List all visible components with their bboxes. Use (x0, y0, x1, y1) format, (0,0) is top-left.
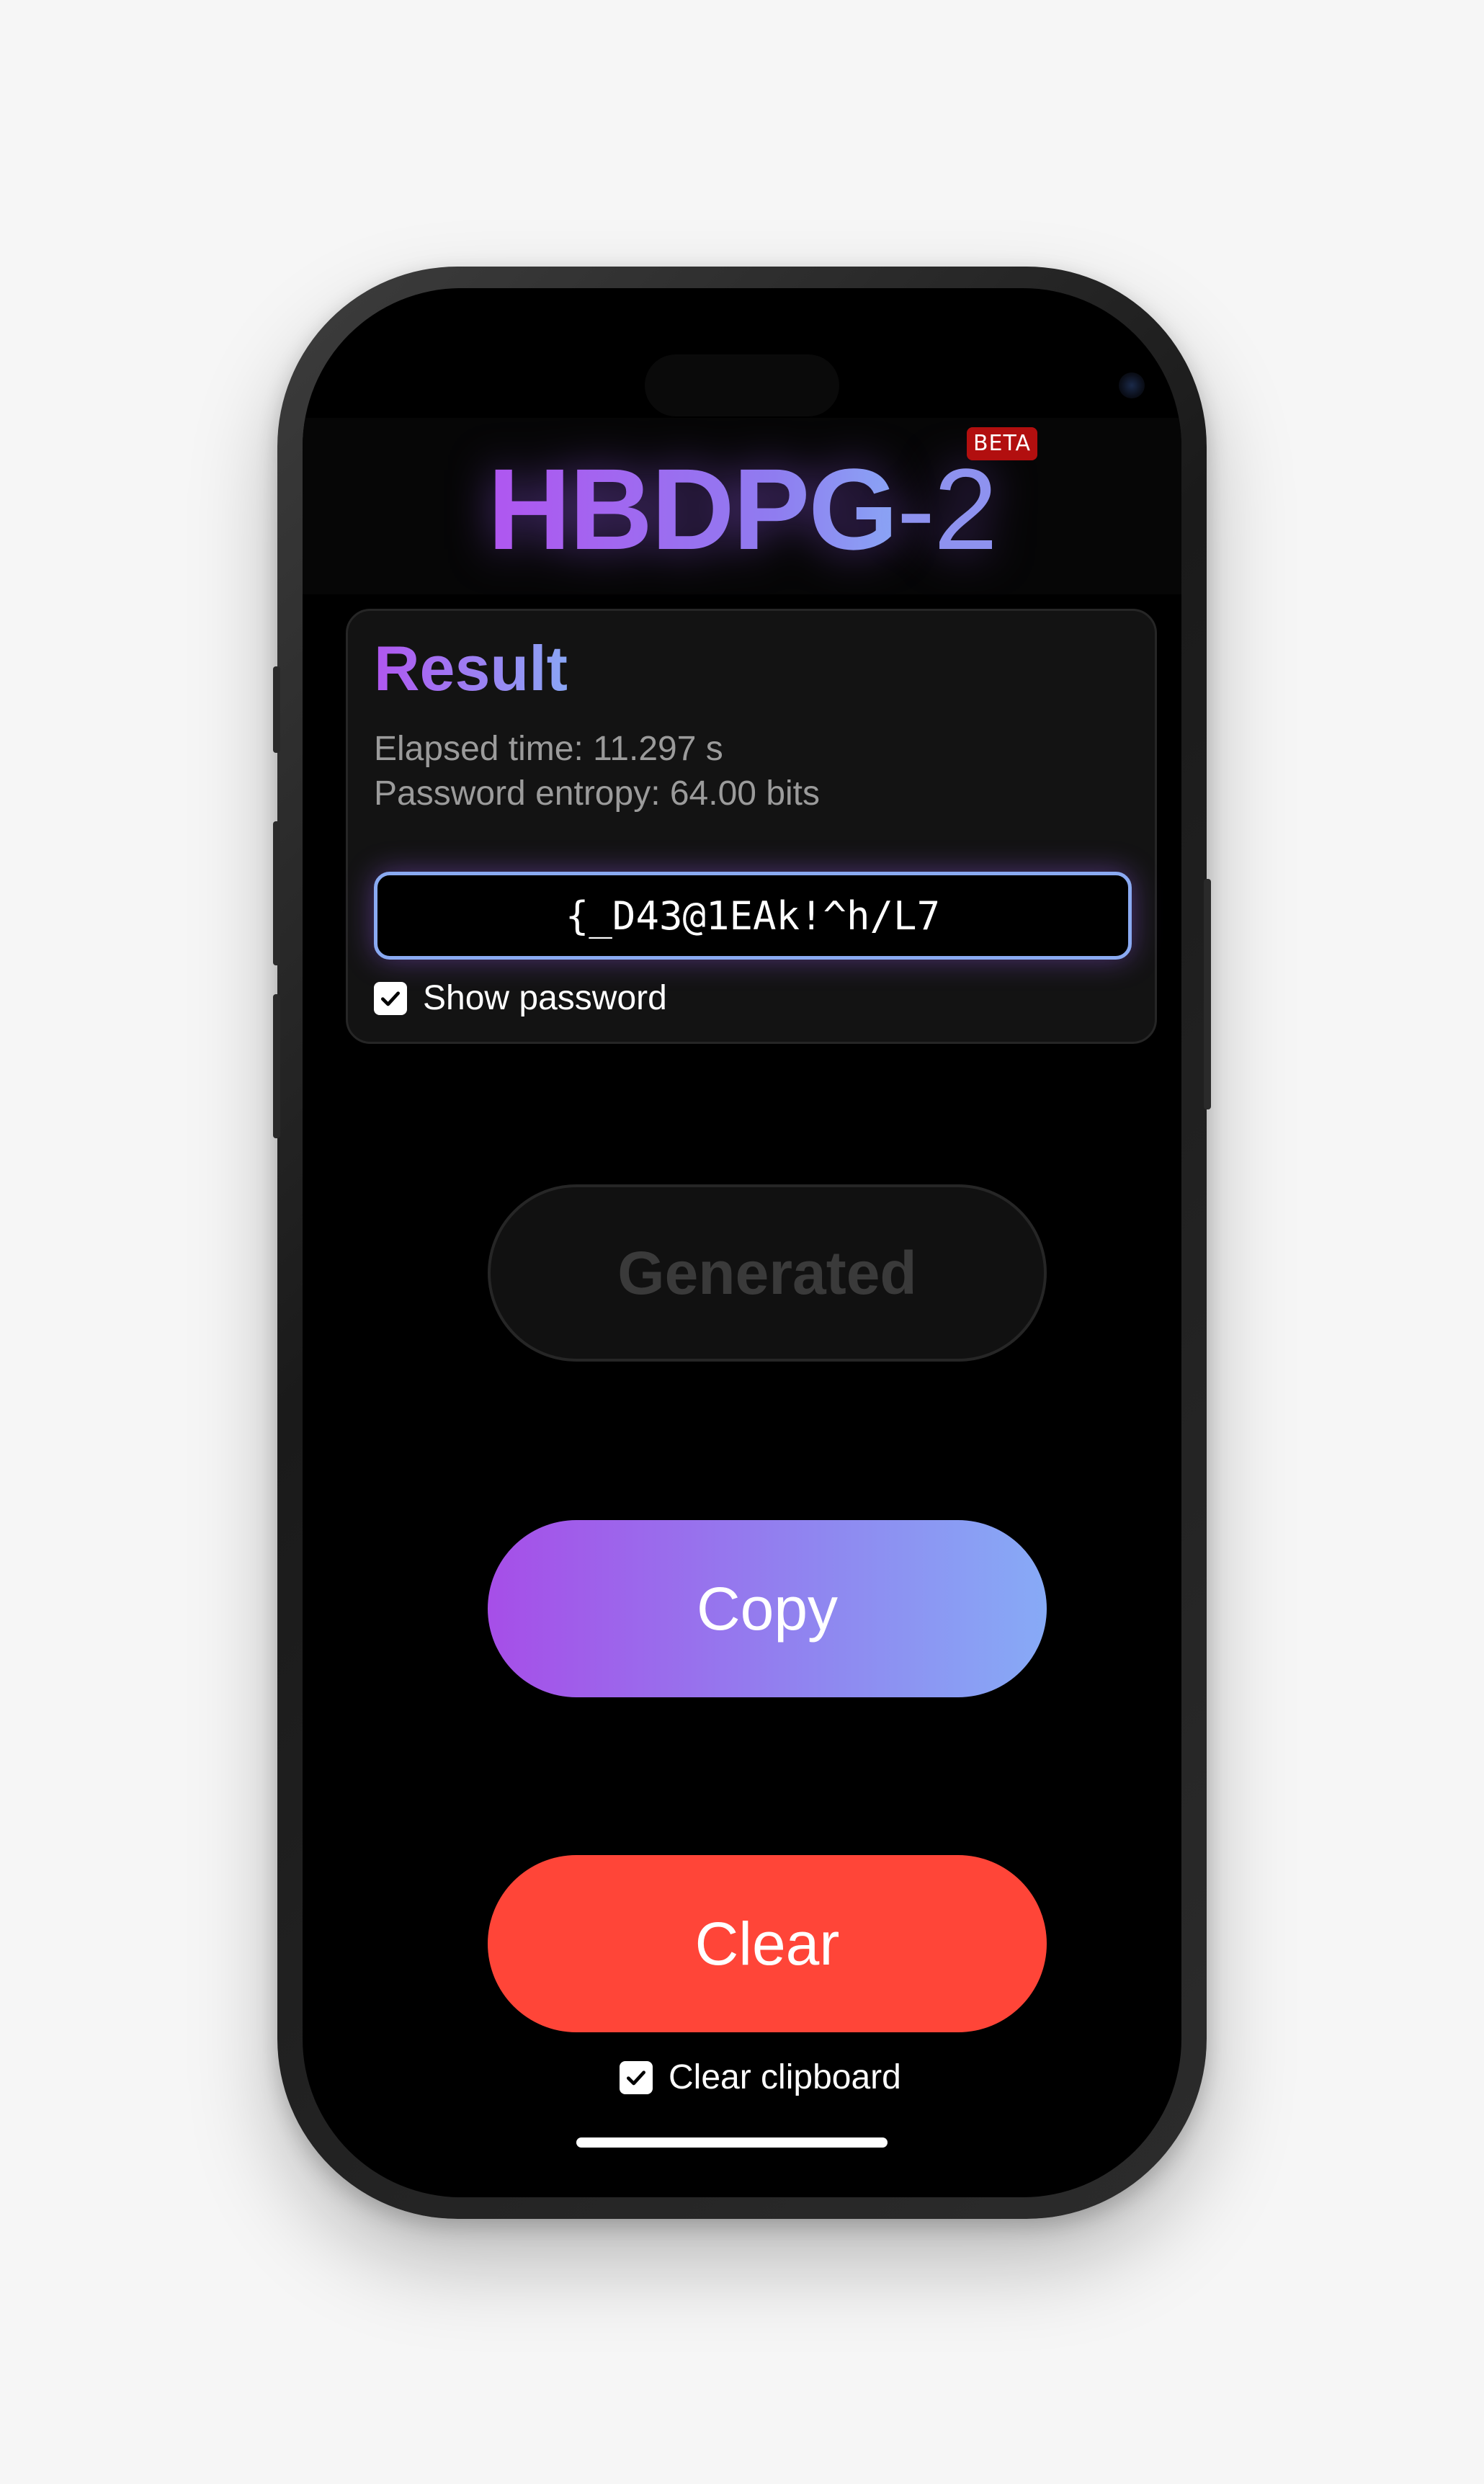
result-card: Result Elapsed time: 11.297 s Password e… (346, 609, 1157, 1044)
result-title: Result (374, 633, 568, 704)
checkmark-icon[interactable] (620, 2061, 653, 2094)
power-button (1204, 879, 1211, 1109)
password-entropy: Password entropy: 64.00 bits (374, 774, 821, 813)
camera-icon (1119, 372, 1145, 398)
clear-clipboard-toggle[interactable]: Clear clipboard (620, 2058, 901, 2098)
show-password-label: Show password (423, 979, 667, 1017)
logo-suffix: -2 (896, 444, 998, 573)
clear-clipboard-label: Clear clipboard (669, 2058, 901, 2096)
dynamic-island (645, 354, 839, 416)
elapsed-time: Elapsed time: 11.297 s (374, 730, 723, 768)
checkmark-icon[interactable] (374, 982, 407, 1015)
phone-frame: HBDPG-2 BETA Result Elapsed time: 11.297… (273, 267, 1211, 2219)
action-button (273, 666, 280, 753)
volume-down-button (273, 994, 280, 1138)
volume-up-button (273, 821, 280, 965)
logo-main: HBDPG (487, 444, 898, 573)
generate-button[interactable]: Generated (488, 1184, 1047, 1362)
show-password-toggle[interactable]: Show password (374, 978, 667, 1019)
home-indicator[interactable] (576, 2137, 888, 2148)
phone-screen: HBDPG-2 BETA Result Elapsed time: 11.297… (303, 288, 1181, 2197)
password-field[interactable] (374, 872, 1132, 960)
app-logo: HBDPG-2 (303, 448, 1181, 571)
beta-badge: BETA (967, 427, 1037, 460)
clear-button[interactable]: Clear (488, 1855, 1047, 2032)
copy-button[interactable]: Copy (488, 1520, 1047, 1697)
